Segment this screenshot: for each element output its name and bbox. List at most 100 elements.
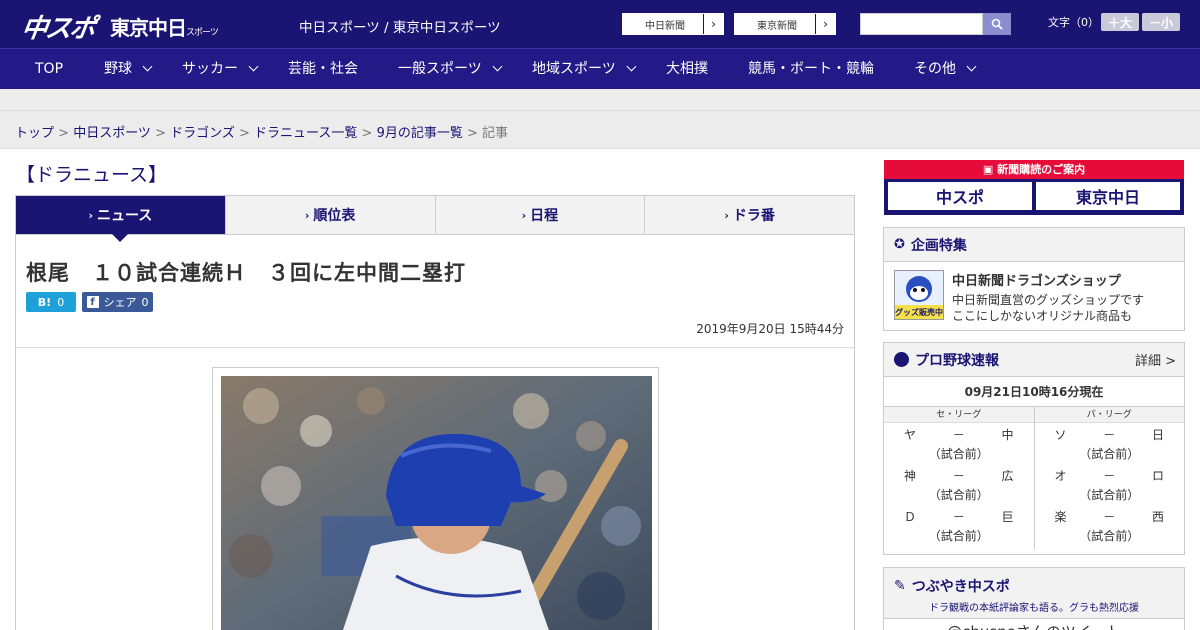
scores-more-link[interactable]: 詳細 > [1135, 350, 1176, 369]
game-status: （試合前） [1079, 488, 1140, 502]
tokyo-logo-small: スポーツ [186, 28, 219, 38]
scores-title: プロ野球速報 [915, 352, 999, 369]
nav-label: 地域スポーツ [532, 61, 616, 77]
chevron-right-icon: › [521, 208, 527, 222]
team-away: 巨 [1001, 510, 1014, 524]
game-score: － [952, 428, 965, 442]
pacific-league: パ・リーグ ソ － 日 （試合前） オ － ロ （試合前） 楽 － 西 （試合前） [1034, 407, 1185, 549]
article-headline: 根尾 １０試合連続Ｈ ３回に左中間二塁打 [26, 261, 466, 285]
nav-item-racing[interactable]: 競馬・ボート・競輪 [748, 49, 874, 90]
game-item[interactable]: ソ － 日 （試合前） [1035, 423, 1185, 467]
scores-timestamp: 09月21日10時16分現在 [884, 377, 1184, 407]
share-count: 0 [141, 295, 149, 309]
tab-schedule[interactable]: › 日程 [434, 196, 645, 234]
nav-item-baseball[interactable]: 野球 [104, 49, 153, 90]
tab-label: ニュース [96, 208, 153, 224]
breadcrumb-link[interactable]: 中日スポーツ [73, 126, 151, 141]
team-away: 日 [1151, 428, 1164, 442]
game-item[interactable]: 神 － 広 （試合前） [884, 467, 1034, 508]
font-size-label: 文字（0） [1048, 16, 1099, 29]
game-item[interactable]: Ｄ － 巨 （試合前） [884, 508, 1034, 549]
breadcrumb-link[interactable]: トップ [15, 126, 54, 141]
subscription-banner[interactable]: ▣ 新聞購読のご案内 中スポ 東京中日 [884, 160, 1184, 215]
tweet-user-link[interactable]: @chuspoさんのツイート [884, 618, 1184, 630]
team-home: Ｄ [904, 510, 917, 524]
shop-item[interactable]: グッズ販売中 中日新聞ドラゴンズショップ 中日新聞直営のグッズショップです ここ… [884, 262, 1184, 332]
hatena-bookmark-button[interactable]: B! 0 [26, 292, 76, 312]
search-button[interactable] [983, 13, 1011, 35]
subscribe-chuspo-logo[interactable]: 中スポ [888, 182, 1032, 210]
game-item[interactable]: ヤ － 中 （試合前） [884, 423, 1034, 467]
ribbon-icon: ✪ [894, 237, 905, 252]
search-icon [991, 18, 1003, 30]
chunichi-shimbun-link[interactable]: 中日新聞 › [622, 13, 724, 35]
font-bigger-button[interactable]: ＋大 [1101, 13, 1139, 31]
league-name: セ・リーグ [884, 407, 1034, 423]
section-tabs: › ニュース › 順位表 › 日程 › ドラ番 [15, 195, 855, 242]
nav-item-top[interactable]: TOP [35, 49, 63, 90]
subscribe-tokyo-logo[interactable]: 東京中日 [1036, 182, 1180, 210]
article-date: 2019年9月20日 15時44分 [696, 322, 844, 336]
tweet-header: ✎ つぶやき中スポ [884, 568, 1184, 596]
shop-desc: ここにしかないオリジナル商品も [952, 309, 1133, 323]
nav-item-other[interactable]: その他 [914, 49, 977, 90]
team-away: ロ [1151, 469, 1164, 483]
newspaper-icon: ▣ [982, 163, 998, 176]
breadcrumb-sep: > [150, 126, 171, 141]
search-input[interactable] [860, 13, 983, 35]
chevron-right-icon: › [724, 208, 729, 222]
breadcrumb-current: 記事 [482, 126, 509, 141]
chuspo-logo[interactable]: 中スポ [19, 8, 96, 45]
nav-item-local-sports[interactable]: 地域スポーツ [532, 49, 637, 90]
tab-reporter[interactable]: › ドラ番 [644, 196, 854, 234]
nav-label: 競馬・ボート・競輪 [748, 61, 874, 77]
shop-title[interactable]: 中日新聞ドラゴンズショップ [952, 270, 1144, 289]
nav-label: TOP [35, 61, 64, 77]
hatena-count: 0 [57, 295, 65, 309]
game-score: － [952, 510, 965, 524]
shop-desc: 中日新聞直営のグッズショップです [952, 293, 1145, 307]
game-item[interactable]: 楽 － 西 （試合前） [1035, 508, 1185, 549]
chevron-down-icon [966, 61, 977, 72]
breadcrumb-sep: > [234, 126, 255, 141]
game-item[interactable]: オ － ロ （試合前） [1035, 467, 1185, 508]
nav-label: 芸能・社会 [288, 61, 358, 77]
nav-item-soccer[interactable]: サッカー [182, 49, 259, 90]
hatena-icon: B! [37, 295, 52, 309]
team-away: 西 [1151, 510, 1164, 524]
tokyo-chunichi-logo[interactable]: 東京中日スポーツ [110, 12, 219, 41]
breadcrumb-link[interactable]: ドラゴンズ [170, 126, 235, 141]
breadcrumb-link[interactable]: 9月の記事一覧 [377, 126, 463, 141]
article-photo[interactable] [221, 376, 652, 630]
special-title: 企画特集 [910, 237, 967, 254]
chunichi-shimbun-label: 中日新聞 [645, 20, 685, 32]
chevron-right-icon: › [703, 14, 723, 34]
game-score: － [1103, 510, 1116, 524]
tab-label: 日程 [530, 208, 559, 224]
tokyo-logo-text: 東京中日 [110, 16, 187, 40]
nav-item-entertainment[interactable]: 芸能・社会 [288, 49, 358, 90]
nav-label: 野球 [104, 61, 132, 77]
baseball-icon [894, 352, 909, 367]
nav-item-sumo[interactable]: 大相撲 [666, 49, 708, 90]
shop-thumbnail: グッズ販売中 [894, 270, 944, 320]
chevron-down-icon [626, 61, 637, 72]
game-score: － [1103, 428, 1116, 442]
breadcrumb-link[interactable]: ドラニュース一覧 [254, 126, 357, 141]
font-smaller-button[interactable]: －小 [1142, 13, 1180, 31]
nav-item-general-sports[interactable]: 一般スポーツ [398, 49, 503, 90]
subscription-header: ▣ 新聞購読のご案内 [884, 160, 1184, 179]
article-photo-frame [212, 367, 659, 630]
game-status: （試合前） [1079, 447, 1140, 461]
facebook-share-button[interactable]: f シェア 0 [82, 292, 153, 312]
tab-label: ドラ番 [732, 208, 775, 224]
top-bar: 中スポ 東京中日スポーツ 中日スポーツ / 東京中日スポーツ 中日新聞 › 東京… [0, 0, 1200, 48]
tokyo-shimbun-link[interactable]: 東京新聞 › [734, 13, 836, 35]
breadcrumb-sep: > [54, 126, 74, 141]
tab-standings[interactable]: › 順位表 [224, 196, 435, 234]
chevron-down-icon [142, 61, 153, 72]
ad-band [0, 89, 1200, 111]
nav-label: 一般スポーツ [398, 61, 482, 77]
game-score: － [952, 469, 965, 483]
tab-news[interactable]: › ニュース [16, 196, 225, 242]
